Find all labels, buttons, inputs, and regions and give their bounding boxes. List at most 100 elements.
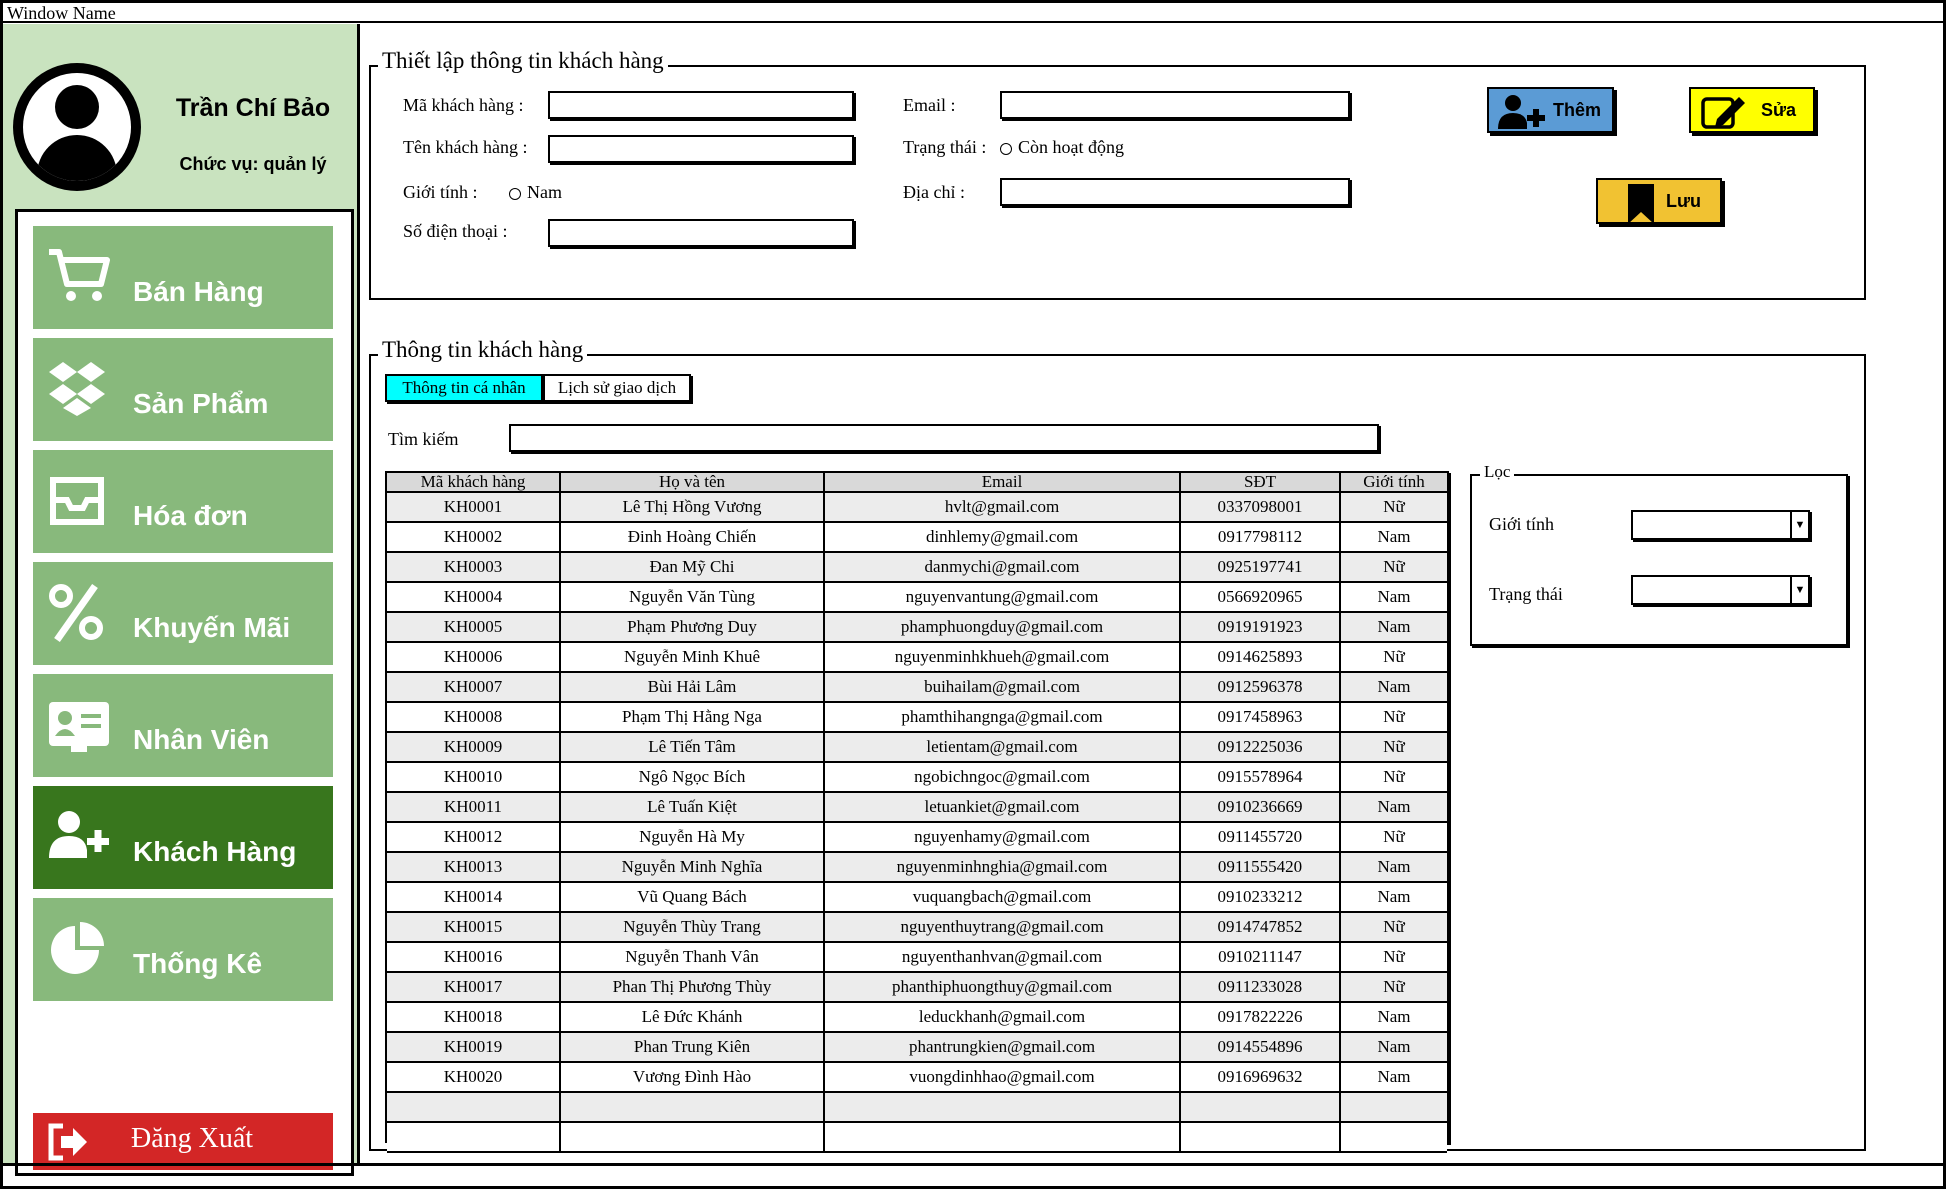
dia-chi-input[interactable] xyxy=(1000,178,1350,206)
menu-item-hoa-don[interactable]: Hóa đơn xyxy=(33,450,333,553)
table-cell: KH0010 xyxy=(387,763,561,791)
table-cell: 0915578964 xyxy=(1181,763,1341,791)
radio-icon xyxy=(509,187,521,200)
search-input[interactable] xyxy=(509,424,1379,452)
ma-label: Mã khách hàng : xyxy=(403,95,524,115)
filter-trang-thai-label: Trạng thái xyxy=(1489,584,1563,604)
table-row[interactable]: KH0006 Nguyễn Minh Khuê nguyenminhkhueh@gm… xyxy=(387,643,1447,673)
user-name: Trần Chí Bảo xyxy=(175,94,331,122)
menu-item-khach-hang[interactable]: Khách Hàng xyxy=(33,786,333,889)
table-cell: Nữ xyxy=(1383,647,1405,666)
table-row[interactable]: KH0002 Đinh Hoàng Chiến dinhlemy@gmail.com… xyxy=(387,523,1447,553)
column-header[interactable]: Giới tính xyxy=(1341,473,1447,491)
table-cell: 0919191923 xyxy=(1181,613,1341,641)
table-cell: 0917458963 xyxy=(1181,703,1341,731)
id-card-icon xyxy=(49,702,109,752)
table-cell: 0912225036 xyxy=(1181,733,1341,761)
column-header[interactable]: Mã khách hàng xyxy=(387,473,561,491)
table-row[interactable]: KH0016 Nguyễn Thanh Vân nguyenthanhvan@gma… xyxy=(387,943,1447,973)
menu-item-khuyen-mai[interactable]: Khuyến Mãi xyxy=(33,562,333,665)
menu-label: Bán Hàng xyxy=(133,276,264,307)
filter-gioi-tinh-label: Giới tính xyxy=(1489,514,1555,534)
user-icon xyxy=(23,73,131,181)
table-cell: Nam xyxy=(1377,1007,1411,1026)
menu-item-thong-ke[interactable]: Thống Kê xyxy=(33,898,333,1001)
gioi-tinh-radio-nam[interactable]: Nam xyxy=(509,182,562,203)
table-cell xyxy=(561,1123,825,1151)
table-row[interactable]: KH0018 Lê Đức Khánh leduckhanh@gmail.com 09… xyxy=(387,1003,1447,1033)
tab-thong-tin-ca-nhan[interactable]: Thông tin cá nhân xyxy=(385,374,543,402)
table-cell: Nữ xyxy=(1383,947,1405,966)
table-cell xyxy=(1341,1093,1447,1121)
logout-button[interactable]: Đăng Xuất xyxy=(33,1113,333,1170)
table-row[interactable]: KH0003 Đan Mỹ Chi danmychi@gmail.com 092519… xyxy=(387,553,1447,583)
user-role: Chức vụ: quản lý xyxy=(179,154,327,174)
menu-label: Khách Hàng xyxy=(133,836,297,867)
table-row[interactable]: KH0017 Phan Thị Phương Thùy phanthiphuongt… xyxy=(387,973,1447,1003)
menu-item-san-pham[interactable]: Sản Phẩm xyxy=(33,338,333,441)
table-row[interactable]: KH0015 Nguyễn Thùy Trang nguyenthuytrang@g… xyxy=(387,913,1447,943)
email-label: Email : xyxy=(903,95,956,115)
table-row[interactable]: KH0008 Phạm Thị Hằng Nga phamthihangnga@gm… xyxy=(387,703,1447,733)
table-row[interactable]: KH0007 Bùi Hải Lâm buihailam@gmail.com 0912… xyxy=(387,673,1447,703)
email-input[interactable] xyxy=(1000,91,1350,119)
tab-lich-su-giao-dich[interactable]: Lịch sử giao dịch xyxy=(543,374,691,402)
table-cell: 0911555420 xyxy=(1181,853,1341,881)
table-row[interactable]: KH0011 Lê Tuấn Kiệt letuankiet@gmail.com 09… xyxy=(387,793,1447,823)
table-row[interactable] xyxy=(387,1093,1447,1123)
menu-label: Nhân Viên xyxy=(133,724,270,755)
menu-item-ban-hang[interactable]: Bán Hàng xyxy=(33,226,333,329)
gioi-tinh-select[interactable]: ▼ xyxy=(1631,510,1810,540)
table-cell: Nam xyxy=(1377,887,1411,906)
sua-label: Sửa xyxy=(1761,100,1797,120)
table-cell: ngobichngoc@gmail.com xyxy=(825,763,1181,791)
table-row[interactable]: KH0005 Phạm Phương Duy phamphuongduy@gmail… xyxy=(387,613,1447,643)
table-row[interactable]: KH0019 Phan Trung Kiên phantrungkien@gmail… xyxy=(387,1033,1447,1063)
table-row[interactable]: KH0010 Ngô Ngọc Bích ngobichngoc@gmail.com… xyxy=(387,763,1447,793)
table-row[interactable]: KH0001 Lê Thị Hồng Vương hvlt@gmail.com 033… xyxy=(387,493,1447,523)
table-cell: Nguyễn Minh Nghĩa xyxy=(561,853,825,881)
table-cell: Nam xyxy=(1377,857,1411,876)
window-title: Window Name xyxy=(3,3,1943,23)
table-row[interactable]: KH0012 Nguyễn Hà My nguyenhamy@gmail.com 09… xyxy=(387,823,1447,853)
table-header: Mã khách hàng Họ và tên Email SĐT Giới t… xyxy=(387,473,1447,493)
table-cell: nguyenminhkhueh@gmail.com xyxy=(825,643,1181,671)
customer-table: Mã khách hàng Họ và tên Email SĐT Giới t… xyxy=(385,471,1449,1153)
pie-chart-icon xyxy=(51,922,104,974)
table-cell: nguyenthanhvan@gmail.com xyxy=(825,943,1181,971)
status-bar xyxy=(3,1163,1943,1166)
luu-button[interactable]: Lưu xyxy=(1596,178,1722,224)
so-dien-thoai-input[interactable] xyxy=(548,219,854,247)
menu-label: Thống Kê xyxy=(133,948,263,979)
logout-label: Đăng Xuất xyxy=(131,1123,254,1154)
table-row[interactable]: KH0020 Vương Đình Hào vuongdinhhao@gmail.c… xyxy=(387,1063,1447,1093)
table-row[interactable]: KH0014 Vũ Quang Bách vuquangbach@gmail.com… xyxy=(387,883,1447,913)
table-cell: Nguyễn Văn Tùng xyxy=(561,583,825,611)
table-cell xyxy=(825,1093,1181,1121)
table-cell xyxy=(387,1093,561,1121)
ten-label: Tên khách hàng : xyxy=(403,137,528,157)
table-cell: Nữ xyxy=(1383,497,1405,516)
table-row[interactable] xyxy=(387,1123,1447,1153)
table-cell: Lê Tuấn Kiệt xyxy=(561,793,825,821)
menu-item-nhan-vien[interactable]: Nhân Viên xyxy=(33,674,333,777)
table-cell: Lê Thị Hồng Vương xyxy=(561,493,825,521)
dia-chi-label: Địa chỉ : xyxy=(903,182,965,202)
table-cell: 0566920965 xyxy=(1181,583,1341,611)
menu-label: Khuyến Mãi xyxy=(133,612,291,643)
them-button[interactable]: Thêm xyxy=(1487,87,1614,133)
column-header[interactable]: Email xyxy=(825,473,1181,491)
ten-khach-hang-input[interactable] xyxy=(548,135,854,163)
trang-thai-select[interactable]: ▼ xyxy=(1631,575,1810,605)
table-row[interactable]: KH0013 Nguyễn Minh Nghĩa nguyenminhnghia@g… xyxy=(387,853,1447,883)
table-cell xyxy=(561,1093,825,1121)
table-row[interactable]: KH0004 Nguyễn Văn Tùng nguyenvantung@gmail… xyxy=(387,583,1447,613)
ma-khach-hang-input[interactable] xyxy=(548,91,854,119)
column-header[interactable]: SĐT xyxy=(1181,473,1341,491)
table-cell: KH0007 xyxy=(387,673,561,701)
table-cell: Ngô Ngọc Bích xyxy=(561,763,825,791)
table-row[interactable]: KH0009 Lê Tiến Tâm letientam@gmail.com 0912… xyxy=(387,733,1447,763)
column-header[interactable]: Họ và tên xyxy=(561,473,825,491)
sua-button[interactable]: Sửa xyxy=(1689,87,1815,133)
trang-thai-radio-con-hoat-dong[interactable]: Còn hoạt động xyxy=(1000,137,1124,158)
